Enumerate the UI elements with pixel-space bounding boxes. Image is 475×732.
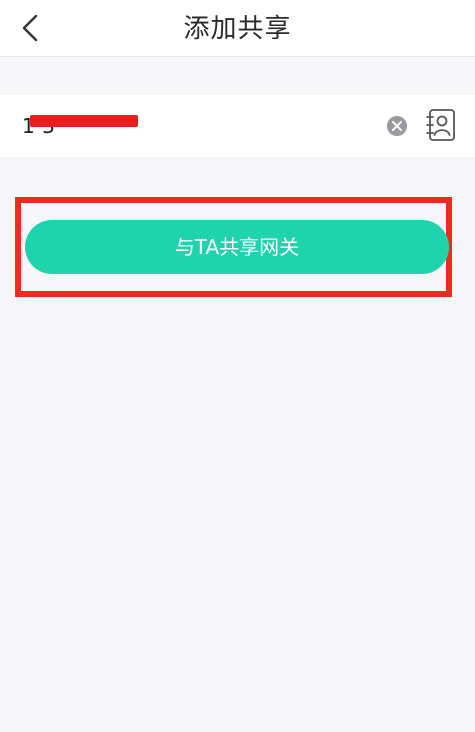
share-gateway-button[interactable]: 与TA共享网关 (25, 220, 449, 274)
clear-circle-icon (387, 116, 407, 136)
phone-input-row: 1 3 (0, 95, 475, 157)
add-share-screen: 添加共享 1 3 (0, 0, 475, 732)
page-title: 添加共享 (183, 14, 292, 44)
back-button[interactable] (8, 6, 52, 50)
redaction-mark (30, 115, 138, 127)
nav-bar: 添加共享 (0, 0, 475, 57)
contacts-book-icon (426, 109, 455, 141)
contacts-button[interactable] (425, 108, 457, 142)
clear-button[interactable] (386, 115, 408, 137)
chevron-left-icon (22, 14, 38, 42)
